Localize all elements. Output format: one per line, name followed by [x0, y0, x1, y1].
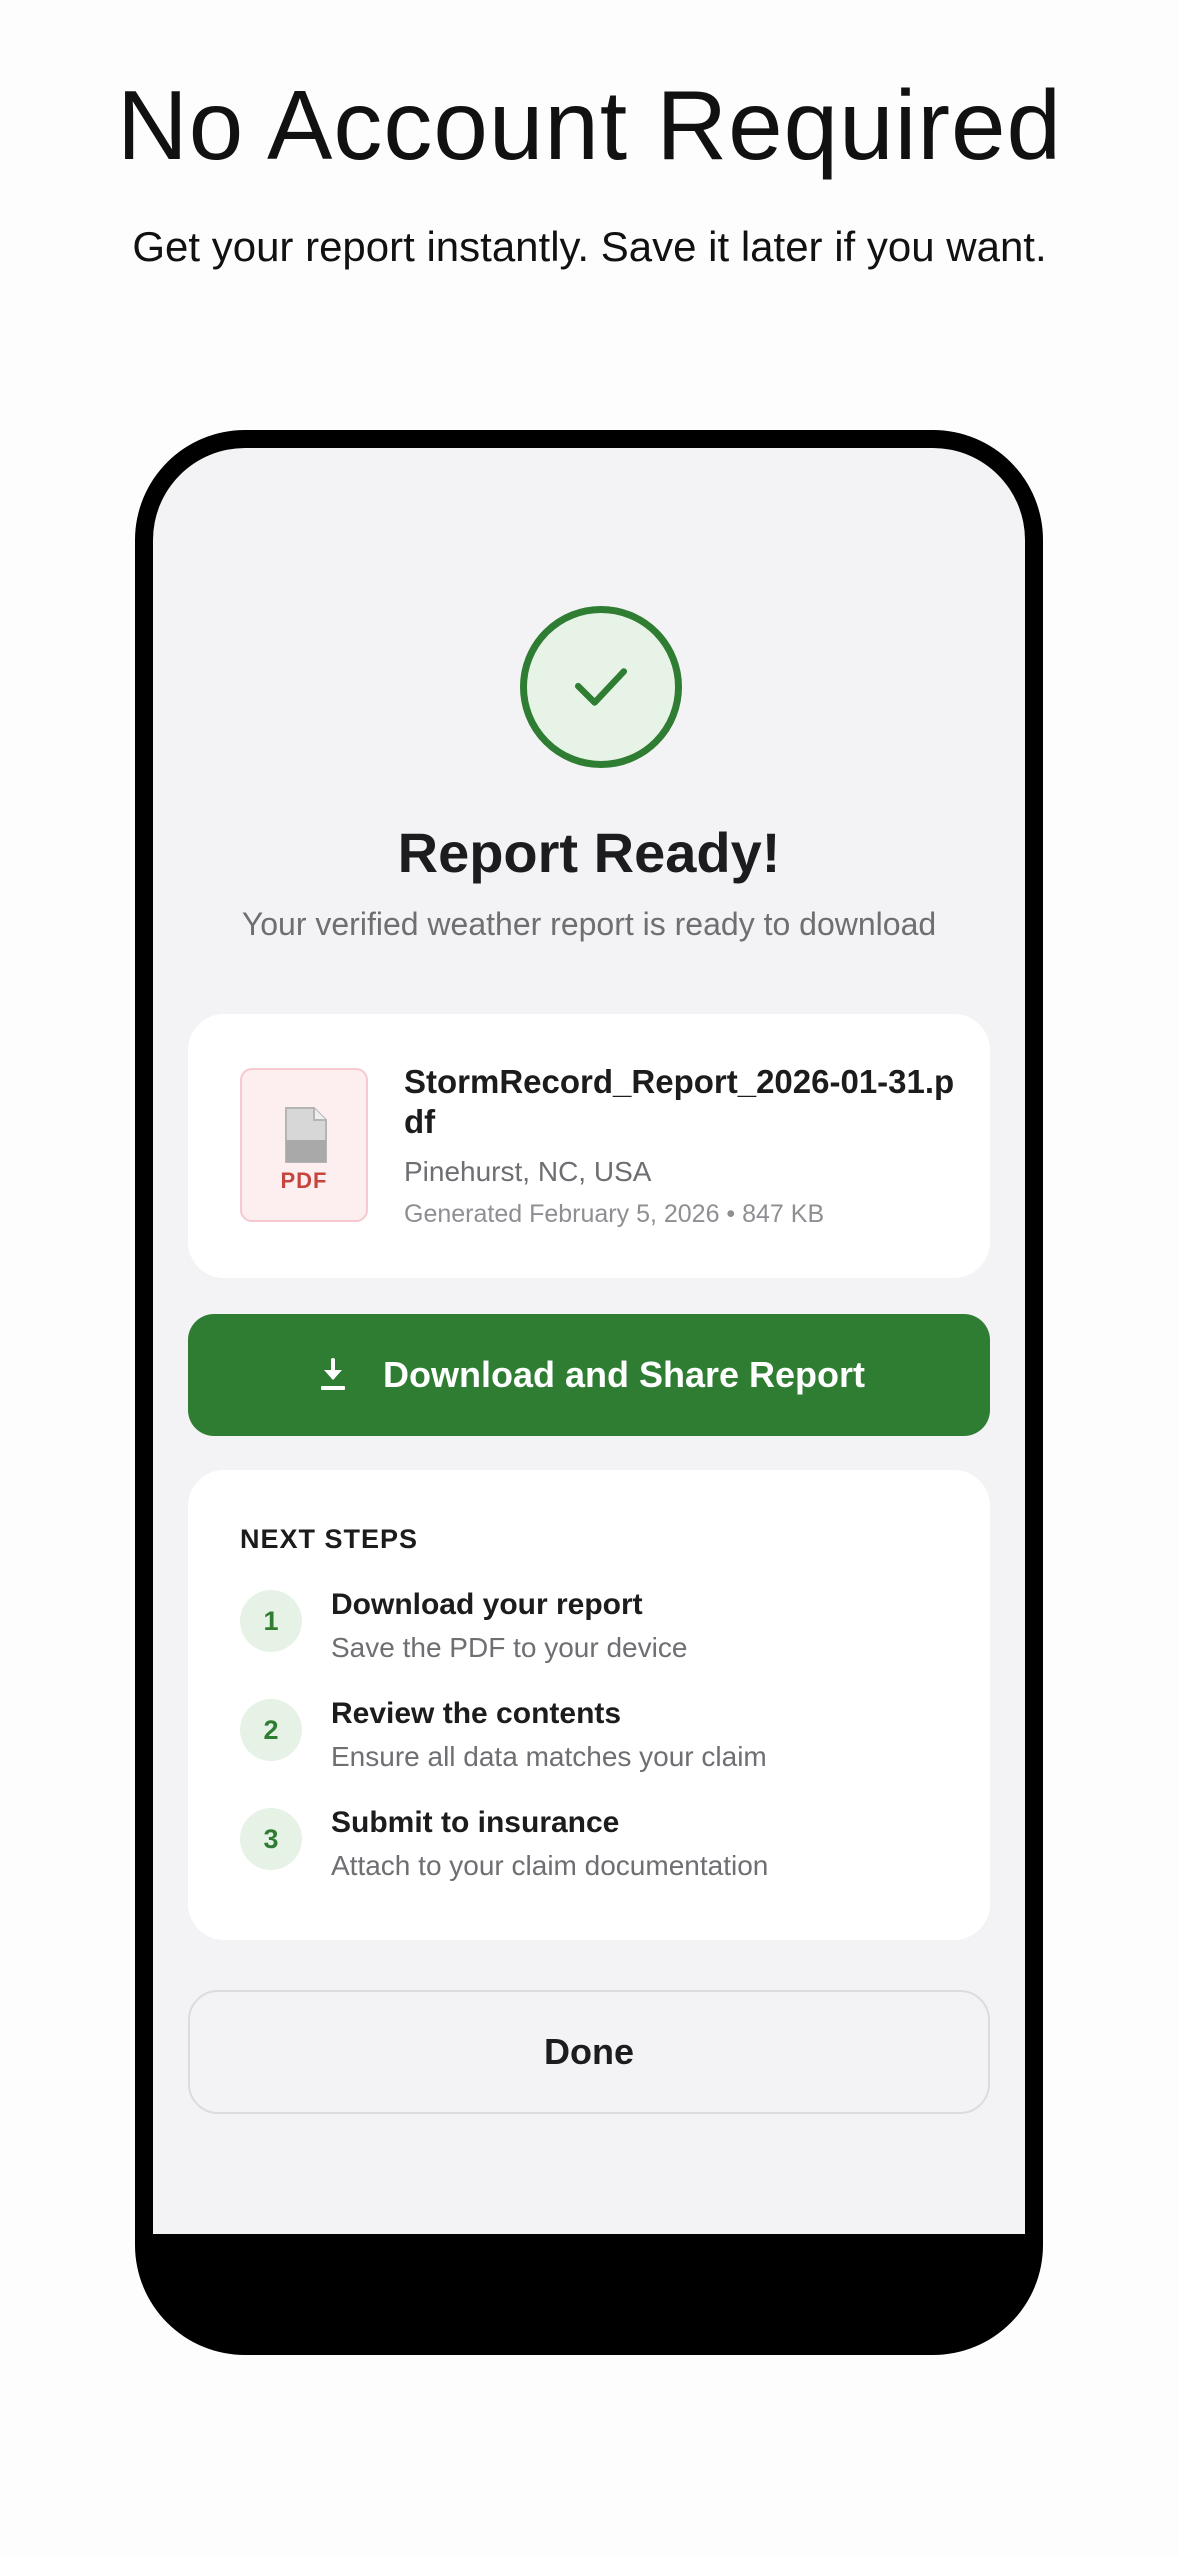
download-icon — [320, 1358, 345, 1390]
report-ready-subtitle: Your verified weather report is ready to… — [241, 906, 937, 942]
step-number-badge: 2 — [240, 1699, 302, 1761]
phone-frame: Report Ready! Your verified weather repo… — [135, 430, 1043, 2355]
file-card[interactable]: PDF StormRecord_Report_2026-01-31.pdf Pi… — [188, 1014, 990, 1278]
done-button[interactable]: Done — [188, 1990, 990, 2114]
download-share-label: Download and Share Report — [382, 1354, 866, 1395]
step-number-badge: 3 — [240, 1808, 302, 1870]
promo-subtitle: Get your report instantly. Save it later… — [132, 223, 1047, 270]
next-steps-card: NEXT STEPS 1 Download your report Save t… — [188, 1470, 990, 1940]
step-title: Review the contents — [331, 1697, 622, 1730]
pdf-thumbnail: PDF — [240, 1068, 368, 1222]
step-title: Submit to insurance — [331, 1806, 620, 1839]
next-step-item: 2 Review the contents Ensure all data ma… — [240, 1697, 960, 1789]
report-ready-title: Report Ready! — [397, 821, 781, 884]
step-description: Save the PDF to your device — [331, 1632, 688, 1663]
next-step-item: 1 Download your report Save the PDF to y… — [240, 1588, 960, 1680]
success-badge — [520, 606, 682, 768]
pdf-type-label: PDF — [280, 1168, 328, 1193]
file-name: StormRecord_Report_2026-01-31.pdf — [404, 1063, 955, 1140]
pdf-document-icon — [285, 1107, 327, 1163]
next-steps-heading: NEXT STEPS — [240, 1524, 419, 1554]
step-description: Ensure all data matches your claim — [331, 1741, 767, 1772]
next-step-item: 3 Submit to insurance Attach to your cla… — [240, 1806, 960, 1898]
step-number-badge: 1 — [240, 1590, 302, 1652]
step-description: Attach to your claim documentation — [331, 1850, 769, 1881]
page: No Account Required Get your report inst… — [0, 0, 1179, 2556]
file-location: Pinehurst, NC, USA — [404, 1156, 652, 1187]
app-screen: Report Ready! Your verified weather repo… — [153, 448, 1025, 2234]
download-share-button[interactable]: Download and Share Report — [188, 1314, 990, 1436]
checkmark-icon — [574, 668, 628, 706]
promo-title: No Account Required — [116, 70, 1063, 180]
step-title: Download your report — [331, 1588, 643, 1621]
file-meta: Generated February 5, 2026 • 847 KB — [404, 1200, 825, 1228]
